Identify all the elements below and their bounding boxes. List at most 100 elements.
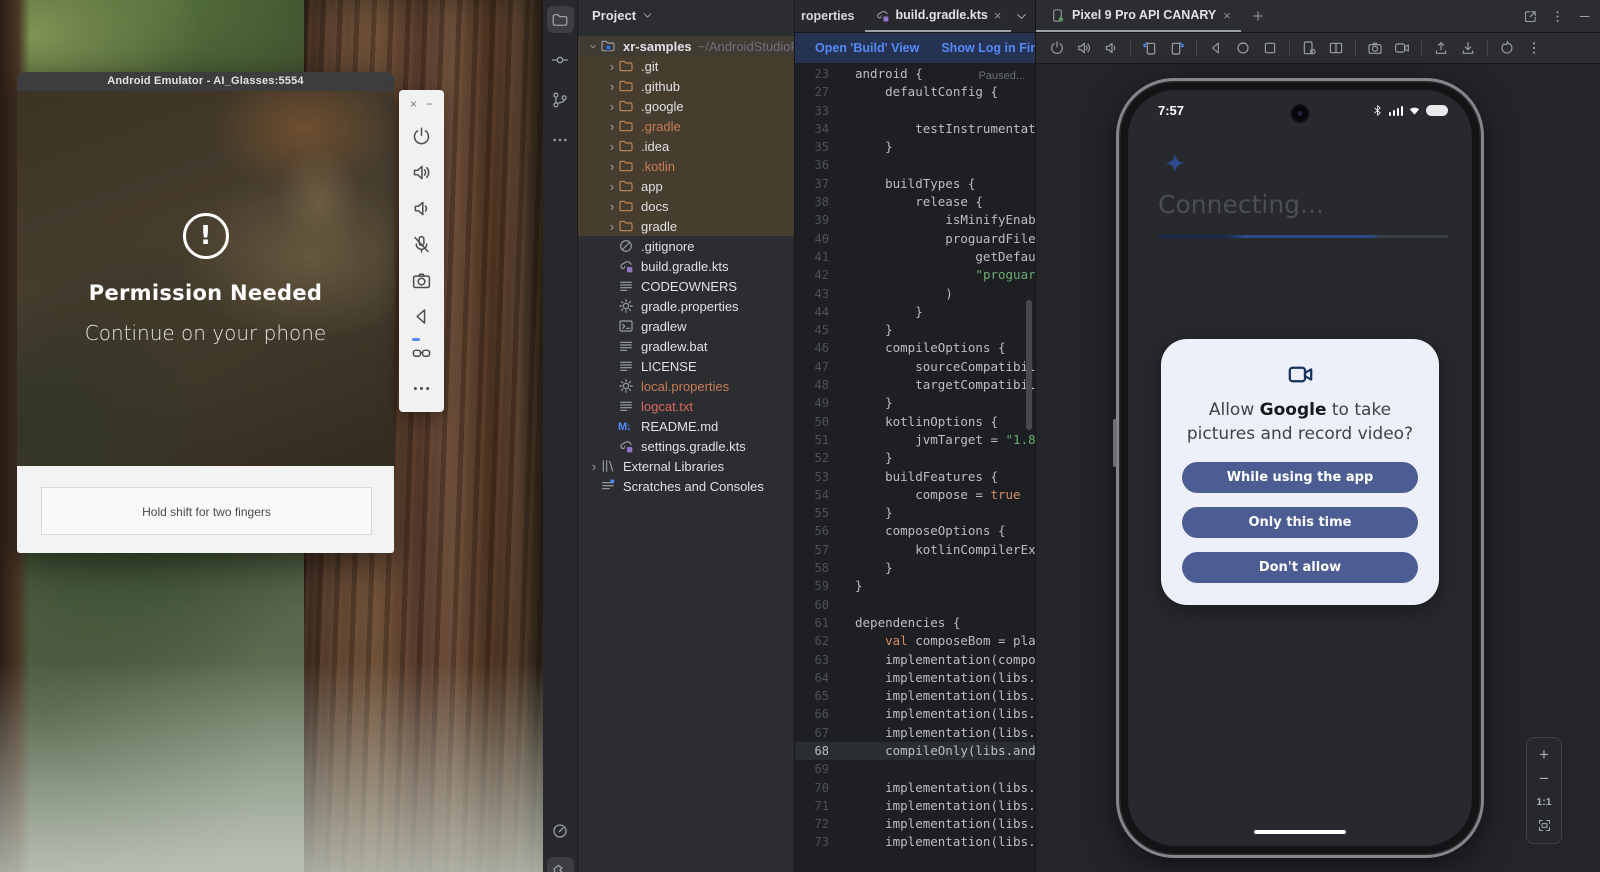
tab-close-icon[interactable]: ×: [1223, 8, 1231, 23]
code-line-69[interactable]: 69: [795, 760, 1035, 778]
tree-chevron-icon[interactable]: ›: [606, 159, 618, 174]
home-icon[interactable]: [1235, 39, 1251, 57]
back-icon[interactable]: [1208, 39, 1224, 57]
code-line-58[interactable]: 58 }: [795, 559, 1035, 577]
code-line-43[interactable]: 43 ): [795, 285, 1035, 303]
tree-item-gitignore[interactable]: .gitignore: [578, 236, 794, 256]
code-line-53[interactable]: 53 buildFeatures {: [795, 468, 1035, 486]
volume-down-icon[interactable]: [1103, 39, 1119, 57]
open-in-window-icon[interactable]: [1523, 9, 1538, 24]
code-line-59[interactable]: 59}: [795, 577, 1035, 595]
rotate-left-icon[interactable]: [1142, 39, 1158, 57]
tree-item-gradlew-bat[interactable]: gradlew.bat: [578, 336, 794, 356]
activity-hammer-icon[interactable]: [547, 857, 574, 872]
code-line-60[interactable]: 60: [795, 596, 1035, 614]
code-line-73[interactable]: 73 implementation(libs.andr: [795, 833, 1035, 851]
tree-chevron-icon[interactable]: ›: [587, 40, 602, 52]
code-line-44[interactable]: 44 }: [795, 303, 1035, 321]
more-v-icon[interactable]: [1526, 39, 1542, 57]
emulator-screen[interactable]: ! Permission Needed Continue on your pho…: [17, 91, 394, 466]
tree-item-local-properties[interactable]: local.properties: [578, 376, 794, 396]
tab-list-chevron-icon[interactable]: [1014, 9, 1029, 24]
code-line-68[interactable]: 68 compileOnly(libs.android: [795, 742, 1035, 760]
activity-folder-icon[interactable]: [547, 6, 574, 33]
tree-chevron-icon[interactable]: ›: [606, 119, 618, 134]
code-line-71[interactable]: 71 implementation(libs.andr: [795, 797, 1035, 815]
code-line-54[interactable]: 54 compose = true: [795, 486, 1035, 504]
code-line-37[interactable]: 37 buildTypes {: [795, 175, 1035, 193]
code-line-65[interactable]: 65 implementation(libs.andr: [795, 687, 1035, 705]
code-line-46[interactable]: 46 compileOptions {: [795, 339, 1035, 357]
tab-gradle-properties[interactable]: roperties: [795, 0, 865, 32]
tree-chevron-icon[interactable]: ›: [606, 179, 618, 194]
tree-chevron-icon[interactable]: ›: [606, 219, 618, 234]
volume-up-icon[interactable]: [1076, 39, 1092, 57]
project-panel-title[interactable]: Project: [592, 8, 636, 23]
emulator-minimize-button[interactable]: −: [426, 98, 433, 110]
activity-branch-icon[interactable]: [547, 86, 574, 113]
code-line-64[interactable]: 64 implementation(libs.andr: [795, 669, 1035, 687]
code-line-33[interactable]: 33: [795, 102, 1035, 120]
code-line-40[interactable]: 40 proguardFiles(: [795, 230, 1035, 248]
code-line-67[interactable]: 67 implementation(libs.kotl: [795, 724, 1035, 742]
tree-item-license[interactable]: LICENSE: [578, 356, 794, 376]
zoom-out-button[interactable]: −: [1539, 772, 1549, 786]
tree-item-git[interactable]: ›.git: [578, 56, 794, 76]
tree-chevron-icon[interactable]: ›: [606, 139, 618, 154]
code-line-39[interactable]: 39 isMinifyEnabled: [795, 211, 1035, 229]
panel-options-icon[interactable]: [1550, 9, 1565, 24]
tree-chevron-icon[interactable]: ›: [588, 459, 600, 474]
code-line-63[interactable]: 63 implementation(composeBo: [795, 651, 1035, 669]
video-icon[interactable]: [1394, 39, 1410, 57]
mic-off-icon[interactable]: [411, 234, 432, 255]
code-line-49[interactable]: 49 }: [795, 394, 1035, 412]
home-indicator[interactable]: [1254, 830, 1346, 835]
tree-item-settings-gradle-kts[interactable]: settings.gradle.kts: [578, 436, 794, 456]
tree-item-gradlew[interactable]: gradlew: [578, 316, 794, 336]
code-line-23[interactable]: 23android {Paused...: [795, 65, 1035, 83]
rotate-right-icon[interactable]: [1169, 39, 1185, 57]
tree-item-kotlin[interactable]: ›.kotlin: [578, 156, 794, 176]
camera-icon[interactable]: [411, 270, 432, 291]
zoom-in-button[interactable]: +: [1539, 748, 1549, 762]
emulator-close-button[interactable]: ×: [410, 98, 417, 110]
code-editor[interactable]: 23android {Paused...27 defaultConfig {33…: [795, 63, 1035, 872]
show-log-in-finder-link[interactable]: Show Log in Finder: [941, 41, 1035, 55]
code-line-38[interactable]: 38 release {: [795, 193, 1035, 211]
download-icon[interactable]: [1460, 39, 1476, 57]
zoom-ratio-button[interactable]: 1:1: [1536, 796, 1551, 808]
tree-item-github[interactable]: ›.github: [578, 76, 794, 96]
fold-icon[interactable]: [1328, 39, 1344, 57]
power-icon[interactable]: [1049, 39, 1065, 57]
glasses-icon[interactable]: [411, 342, 432, 363]
tree-item-idea[interactable]: ›.idea: [578, 136, 794, 156]
code-line-36[interactable]: 36: [795, 156, 1035, 174]
tree-item-xr-samples[interactable]: ›xr-samples~/AndroidStudioProje: [578, 36, 794, 56]
volume-up-icon[interactable]: [411, 162, 432, 183]
tree-item-gradle[interactable]: ›.gradle: [578, 116, 794, 136]
activity-commit-icon[interactable]: [547, 46, 574, 73]
while-using-the-app-button[interactable]: While using the app: [1182, 462, 1418, 493]
tree-chevron-icon[interactable]: ›: [606, 99, 618, 114]
code-line-57[interactable]: 57 kotlinCompilerExtens: [795, 541, 1035, 559]
power-icon[interactable]: [411, 126, 432, 147]
tree-item-build-gradle-kts[interactable]: build.gradle.kts: [578, 256, 794, 276]
code-line-62[interactable]: 62 val composeBom = platfor: [795, 632, 1035, 650]
code-line-52[interactable]: 52 }: [795, 449, 1035, 467]
square-icon[interactable]: [1262, 39, 1278, 57]
tree-item-readme-md[interactable]: M↓README.md: [578, 416, 794, 436]
upload-icon[interactable]: [1433, 39, 1449, 57]
add-device-tab-button[interactable]: [1241, 0, 1275, 32]
more-h-icon[interactable]: [411, 378, 432, 399]
tree-item-scratches-and-consoles[interactable]: Scratches and Consoles: [578, 476, 794, 496]
open-build-view-link[interactable]: Open 'Build' View: [815, 41, 919, 55]
code-line-27[interactable]: 27 defaultConfig {: [795, 83, 1035, 101]
activity-more-h-icon[interactable]: [547, 126, 574, 153]
tree-chevron-icon[interactable]: ›: [606, 79, 618, 94]
tree-item-google[interactable]: ›.google: [578, 96, 794, 116]
code-line-50[interactable]: 50 kotlinOptions {: [795, 413, 1035, 431]
back-icon[interactable]: [411, 306, 432, 327]
editor-scrollbar[interactable]: [1026, 300, 1032, 430]
code-line-70[interactable]: 70 implementation(libs.mate: [795, 779, 1035, 797]
tree-item-gradle[interactable]: ›gradle: [578, 216, 794, 236]
